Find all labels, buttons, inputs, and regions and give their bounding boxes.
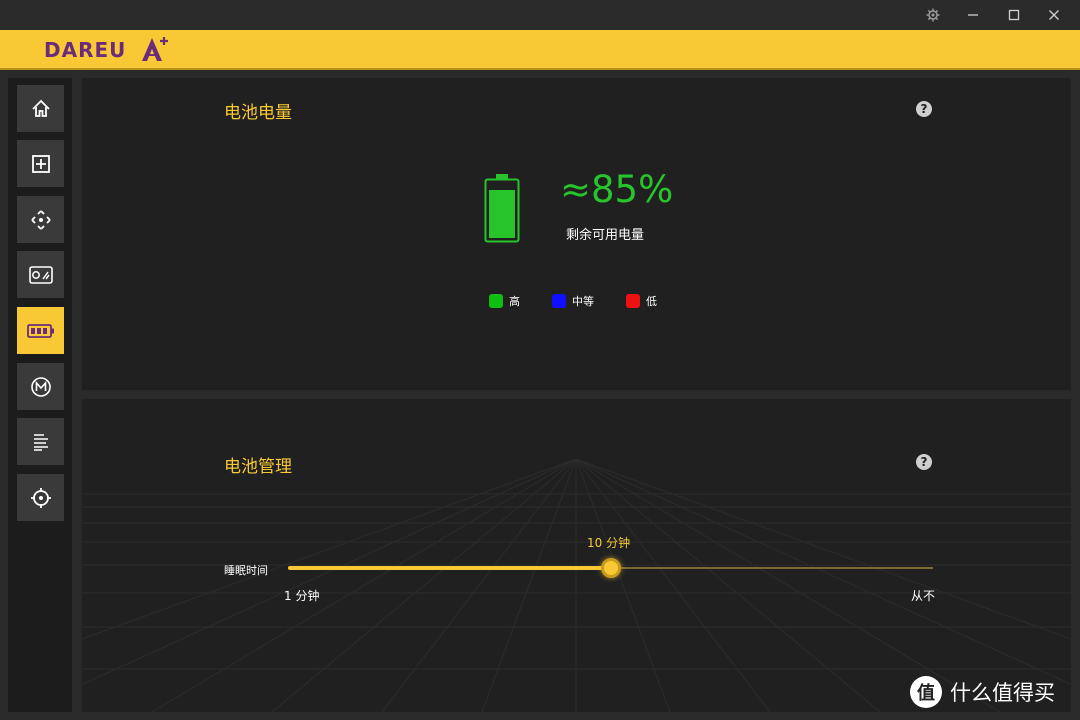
battery-remaining-label: 剩余可用电量 [566,228,645,243]
brand-logo-text: DAREU [44,38,127,62]
sidebar [8,78,72,712]
watermark-text: 什么值得买 [950,681,1055,705]
legend-label-high: 高 [509,295,520,308]
battery-fill [489,190,515,238]
macro-m-icon [30,376,51,397]
sleep-time-label: 睡眠时间 [224,564,268,577]
help-icon[interactable]: ? [916,101,932,117]
sidebar-item-list[interactable] [17,418,64,465]
legend-item-high: 高 [489,293,520,309]
maximize-icon [1008,9,1020,21]
maximize-button[interactable] [1003,5,1025,25]
crosshair-icon [30,487,51,508]
legend-swatch-medium [552,294,566,308]
move-arrows-icon [30,209,51,230]
legend-swatch-high [489,294,503,308]
legend-label-low: 低 [646,295,657,308]
sidebar-item-battery[interactable] [17,307,64,354]
battery-management-title: 电池管理 [224,457,292,477]
minimize-button[interactable] [962,5,984,25]
slider-fill [288,566,611,570]
legend-swatch-low [626,294,640,308]
help-icon[interactable]: ? [916,454,932,470]
slider-min-label: 1 分钟 [284,589,320,603]
gear-icon [926,8,940,22]
close-icon [1049,10,1059,20]
watermark-logo: 值 [910,676,942,708]
title-bar [0,0,1080,30]
legend-label-medium: 中等 [572,295,594,308]
minimize-icon [968,14,978,16]
close-button[interactable] [1043,5,1065,25]
legend-item-medium: 中等 [552,293,594,309]
brand-logo-a-icon [142,37,168,61]
plus-square-icon [31,154,50,173]
sidebar-item-home[interactable] [17,85,64,132]
sidebar-item-macro[interactable] [17,363,64,410]
sidebar-item-add[interactable] [17,140,64,187]
sleep-time-value: 10 分钟 [587,536,631,550]
sleep-time-slider[interactable] [288,558,933,578]
battery-level-panel: 电池电量 ? ≈85% 剩余可用电量 高 中等 低 [82,78,1071,390]
settings-button[interactable] [922,5,944,25]
battery-icon [26,323,54,338]
card-toggle-icon [28,265,53,284]
slider-max-label: 从不 [911,589,936,603]
battery-status-icon [484,174,520,243]
home-icon [31,99,50,117]
lines-icon [33,433,48,451]
slider-thumb[interactable] [600,558,621,578]
brand-bar: DAREU [0,30,1080,68]
battery-management-panel: 电池管理 ? 睡眠时间 10 分钟 1 分钟 从不 [82,399,1071,712]
sidebar-item-target[interactable] [17,474,64,521]
battery-percent: ≈85% [560,168,674,211]
sidebar-item-move[interactable] [17,196,64,243]
sidebar-item-light[interactable] [17,251,64,298]
legend-item-low: 低 [626,293,657,309]
battery-level-title: 电池电量 [224,103,292,123]
watermark: 值 什么值得买 [910,676,1055,708]
perspective-grid [82,458,1071,712]
